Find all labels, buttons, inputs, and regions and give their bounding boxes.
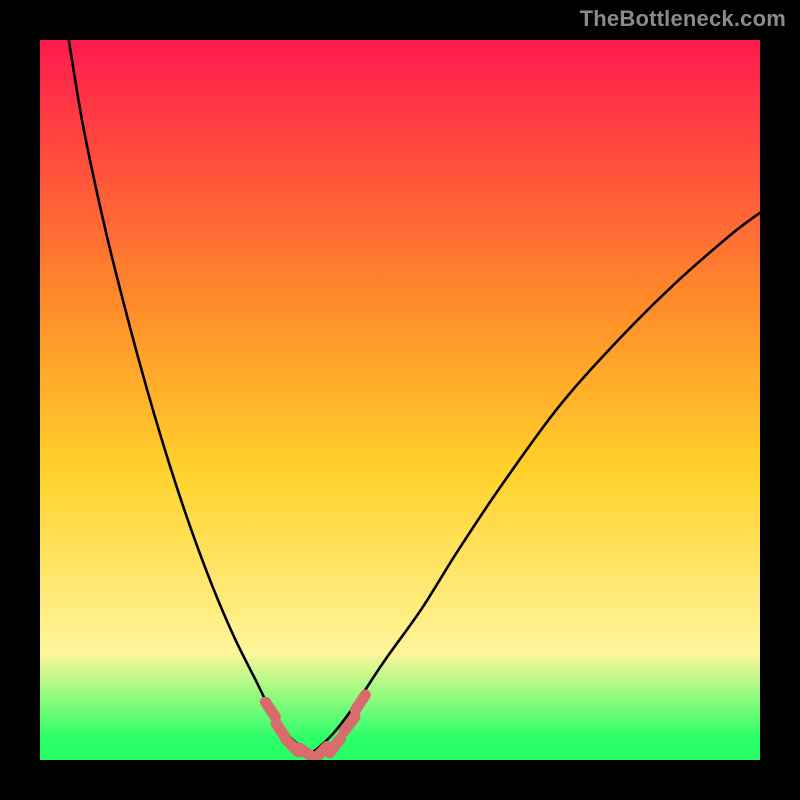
gradient-background xyxy=(40,40,760,760)
plot-area xyxy=(40,40,760,760)
watermark-label: TheBottleneck.com xyxy=(580,6,786,32)
chart-container: TheBottleneck.com xyxy=(0,0,800,800)
bottleneck-chart xyxy=(40,40,760,760)
